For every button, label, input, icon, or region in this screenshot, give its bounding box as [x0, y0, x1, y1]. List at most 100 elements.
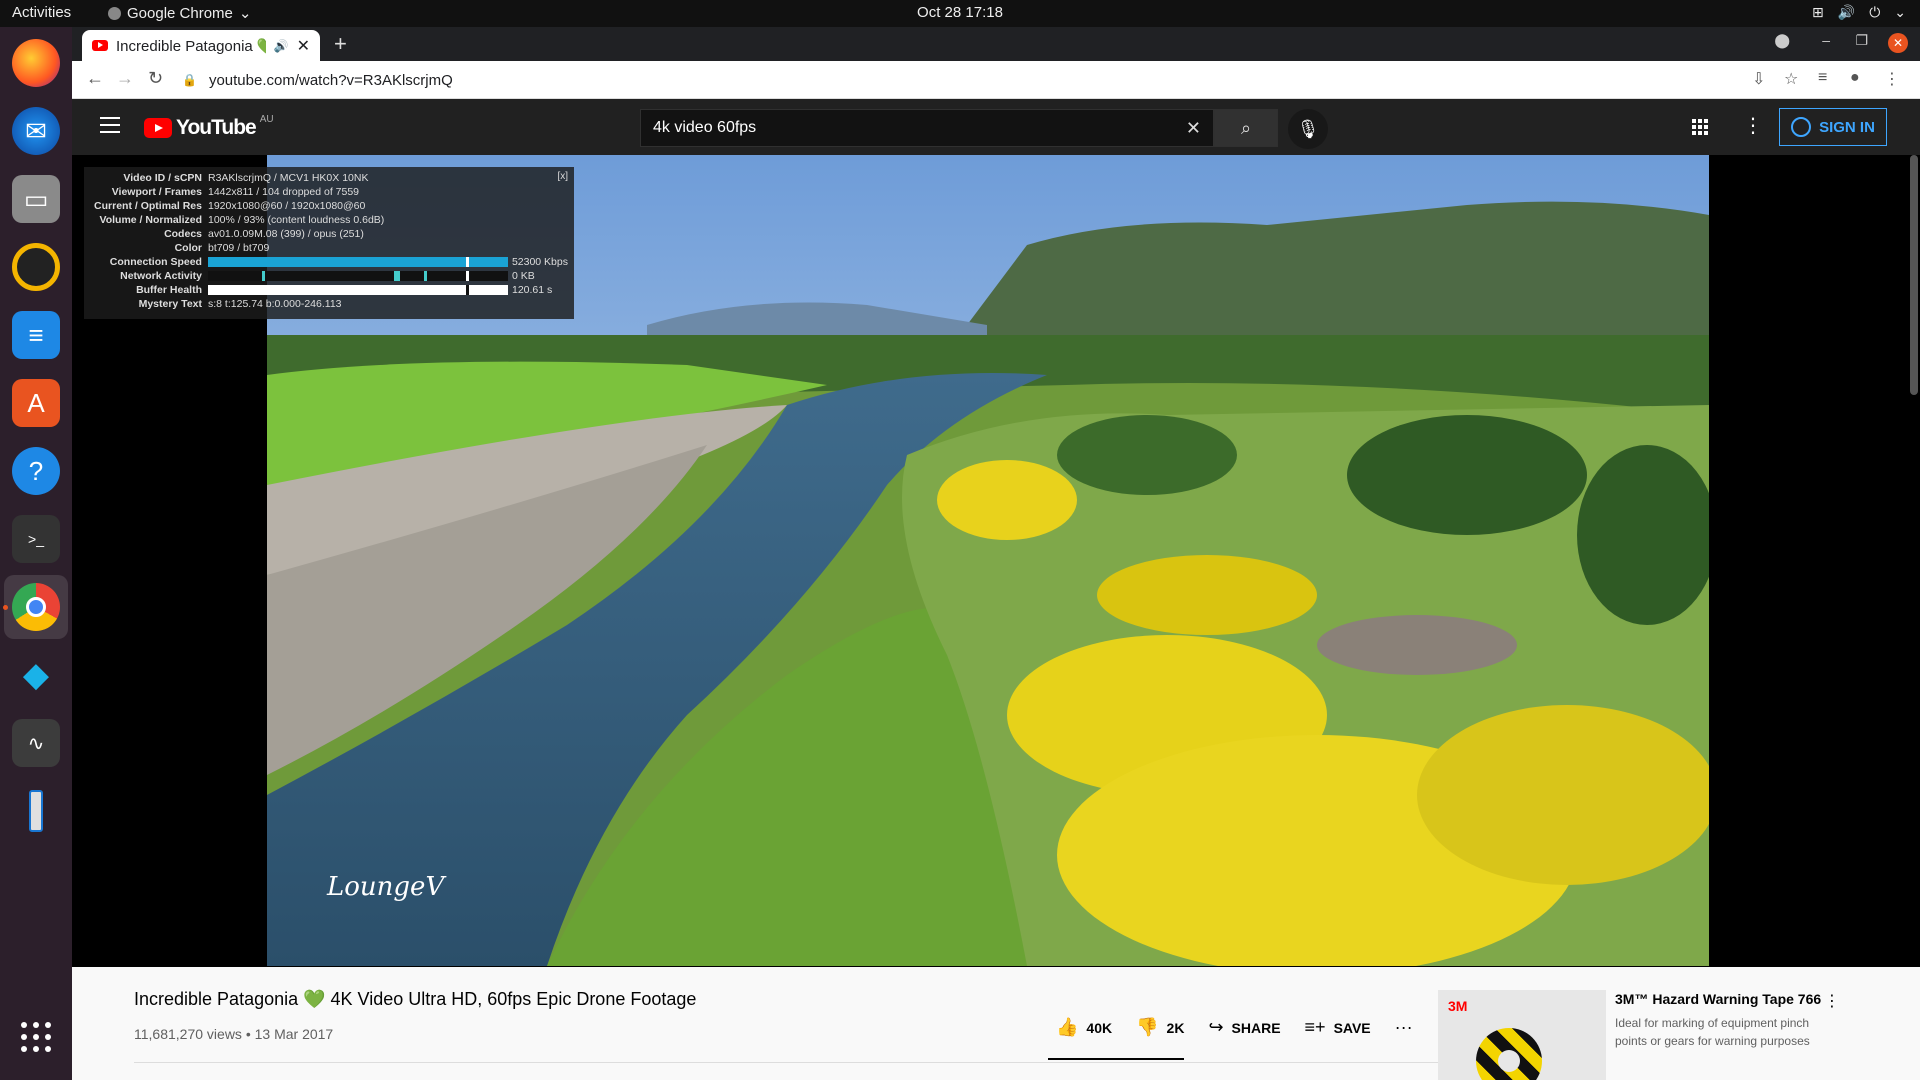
- video-player[interactable]: LoungeV [x] Video ID / sCPN R3AKlscrjmQ /…: [72, 155, 1920, 967]
- stats-value: R3AKlscrjmQ / MCV1 HK0X 10NK: [208, 172, 369, 184]
- files-icon[interactable]: ▭: [12, 175, 60, 223]
- stats-value: 0 KB: [512, 270, 535, 282]
- help-icon[interactable]: ?: [12, 447, 60, 495]
- settings-menu-icon[interactable]: ⋮: [1743, 113, 1763, 138]
- youtube-favicon-icon: [92, 40, 108, 51]
- ad-description: Ideal for marking of equipment pinch poi…: [1615, 1016, 1810, 1048]
- tab-youtube[interactable]: Incredible Patagonia 💚 🔊 ✕: [82, 30, 320, 61]
- stats-value: 100% / 93% (content loudness 0.6dB): [208, 214, 385, 226]
- dock: ✉ ▭ ≡ A ? >_ ◆ ∿: [0, 27, 72, 1080]
- logo-text: YouTube: [176, 116, 257, 139]
- share-button[interactable]: ↪ SHARE: [1208, 1017, 1280, 1038]
- thermometer-icon[interactable]: [12, 787, 60, 835]
- search-input[interactable]: [653, 119, 1186, 137]
- audio-playing-icon[interactable]: 🔊: [274, 39, 289, 53]
- thumbs-down-icon: 👎: [1136, 1017, 1159, 1037]
- stats-row: Color bt709 / bt709: [90, 241, 568, 255]
- profile-avatar-icon[interactable]: ●: [1850, 69, 1860, 87]
- stats-graph: [208, 271, 508, 281]
- menu-hamburger-icon[interactable]: [100, 117, 120, 133]
- clear-search-icon[interactable]: ✕: [1186, 118, 1201, 139]
- chrome-app-icon: [108, 6, 121, 20]
- forward-button[interactable]: →: [116, 68, 134, 89]
- stats-row: Codecs av01.0.09M.08 (399) / opus (251): [90, 227, 568, 241]
- terminal-icon[interactable]: >_: [12, 515, 60, 563]
- save-button[interactable]: ≡+ SAVE: [1305, 1017, 1371, 1038]
- page-scrollbar[interactable]: [1910, 155, 1918, 395]
- new-tab-button[interactable]: +: [334, 31, 347, 57]
- close-stats-button[interactable]: [x]: [557, 171, 568, 182]
- sign-in-label: SIGN IN: [1819, 118, 1875, 136]
- stats-value: 120.61 s: [512, 284, 553, 296]
- stats-value: s:8 t:125.74 b:0.000-246.113: [208, 298, 342, 310]
- running-indicator: [3, 605, 8, 610]
- restore-button[interactable]: ❐: [1855, 32, 1868, 49]
- kodi-icon[interactable]: ◆: [12, 651, 60, 699]
- back-button[interactable]: ←: [86, 68, 104, 89]
- stats-key: Current / Optimal Res: [94, 200, 202, 212]
- video-info-section: Incredible Patagonia 💚 4K Video Ultra HD…: [72, 967, 1920, 1080]
- stats-for-nerds-panel: [x] Video ID / sCPN R3AKlscrjmQ / MCV1 HK…: [84, 167, 574, 319]
- voice-search-button[interactable]: 🎙: [1288, 109, 1328, 149]
- stats-key: Volume / Normalized: [99, 214, 203, 226]
- show-apps-icon[interactable]: [12, 1013, 60, 1061]
- chrome-icon[interactable]: [12, 583, 60, 631]
- stats-row: Mystery Text s:8 t:125.74 b:0.000-246.113: [90, 297, 568, 311]
- lock-icon[interactable]: 🔒: [182, 73, 197, 87]
- apps-grid-icon[interactable]: [1692, 119, 1708, 135]
- playlist-add-icon: ≡+: [1304, 1017, 1326, 1037]
- sign-in-button[interactable]: SIGN IN: [1779, 108, 1887, 146]
- video-watermark: LoungeV: [326, 872, 446, 902]
- minimize-button[interactable]: –: [1822, 32, 1830, 48]
- writer-icon[interactable]: ≡: [12, 311, 60, 359]
- browser-toolbar: ← → ↻ 🔒 youtube.com/watch?v=R3AKlscrjmQ …: [72, 61, 1920, 99]
- system-monitor-icon[interactable]: ∿: [12, 719, 60, 767]
- stats-row: Viewport / Frames 1442x811 / 104 dropped …: [90, 185, 568, 199]
- dislike-button[interactable]: 👎 2K: [1136, 1017, 1184, 1038]
- more-actions-button[interactable]: ···: [1395, 1017, 1413, 1038]
- install-icon[interactable]: ⇩: [1752, 69, 1765, 89]
- close-tab-icon[interactable]: ✕: [297, 36, 310, 56]
- clock[interactable]: Oct 28 17:18: [917, 4, 1003, 21]
- stats-row: Network Activity 0 KB: [90, 269, 568, 283]
- thunderbird-icon[interactable]: ✉: [12, 107, 60, 155]
- microphone-icon: 🎙: [1296, 118, 1320, 139]
- stats-value: 1920x1080@60 / 1920x1080@60: [208, 200, 366, 212]
- divider: [134, 1062, 1484, 1063]
- ad-menu-icon[interactable]: ⋮: [1824, 991, 1840, 1011]
- youtube-header: YouTube AU ✕ ⌕ 🎙 ⋮ SIGN IN: [72, 99, 1920, 155]
- stats-key: Color: [174, 242, 202, 254]
- tab-search-icon[interactable]: ⬤: [1774, 32, 1790, 49]
- rhythmbox-icon[interactable]: [12, 243, 60, 291]
- search-button[interactable]: ⌕: [1214, 109, 1278, 147]
- hazard-tape-image: [1476, 1028, 1542, 1080]
- thumbs-up-icon: 👍: [1056, 1017, 1079, 1037]
- youtube-logo[interactable]: YouTube AU: [144, 114, 274, 140]
- stats-value: 1442x811 / 104 dropped of 7559: [208, 186, 360, 198]
- reload-button[interactable]: ↻: [148, 68, 163, 89]
- firefox-icon[interactable]: [12, 39, 60, 87]
- volume-icon: 🔊: [1837, 4, 1856, 20]
- video-actions: 👍 40K 👎 2K ↪ SHARE ≡+ SAVE ···: [1056, 1017, 1437, 1038]
- network-icon: ⊞: [1812, 4, 1824, 20]
- tab-strip: Incredible Patagonia 💚 🔊 ✕ + ⬤ – ❐ ✕: [72, 27, 1920, 61]
- stats-value: bt709 / bt709: [208, 242, 270, 254]
- chrome-menu-icon[interactable]: ⋮: [1884, 69, 1900, 89]
- ad-title[interactable]: 3M™ Hazard Warning Tape 766: [1615, 991, 1821, 1007]
- like-button[interactable]: 👍 40K: [1056, 1017, 1112, 1038]
- system-tray[interactable]: ⊞ 🔊 ⏻ ⌄: [1812, 4, 1906, 21]
- stats-key: Connection Speed: [109, 256, 202, 268]
- app-menu[interactable]: Google Chrome ⌄: [108, 4, 251, 22]
- stats-row: Volume / Normalized 100% / 93% (content l…: [90, 213, 568, 227]
- stats-value: 52300 Kbps: [511, 256, 568, 268]
- video-title: Incredible Patagonia 💚 4K Video Ultra HD…: [134, 989, 697, 1009]
- chevron-down-icon: ⌄: [1894, 4, 1906, 20]
- account-icon: [1791, 117, 1812, 137]
- media-controls-icon[interactable]: ≡: [1818, 69, 1827, 87]
- address-bar[interactable]: 🔒 youtube.com/watch?v=R3AKlscrjmQ: [182, 65, 1832, 95]
- close-window-button[interactable]: ✕: [1888, 33, 1908, 53]
- activities-button[interactable]: Activities: [12, 4, 71, 21]
- app-center-icon[interactable]: A: [12, 379, 60, 427]
- bookmark-star-icon[interactable]: ☆: [1784, 69, 1798, 89]
- ad-thumbnail[interactable]: 3M: [1438, 990, 1606, 1080]
